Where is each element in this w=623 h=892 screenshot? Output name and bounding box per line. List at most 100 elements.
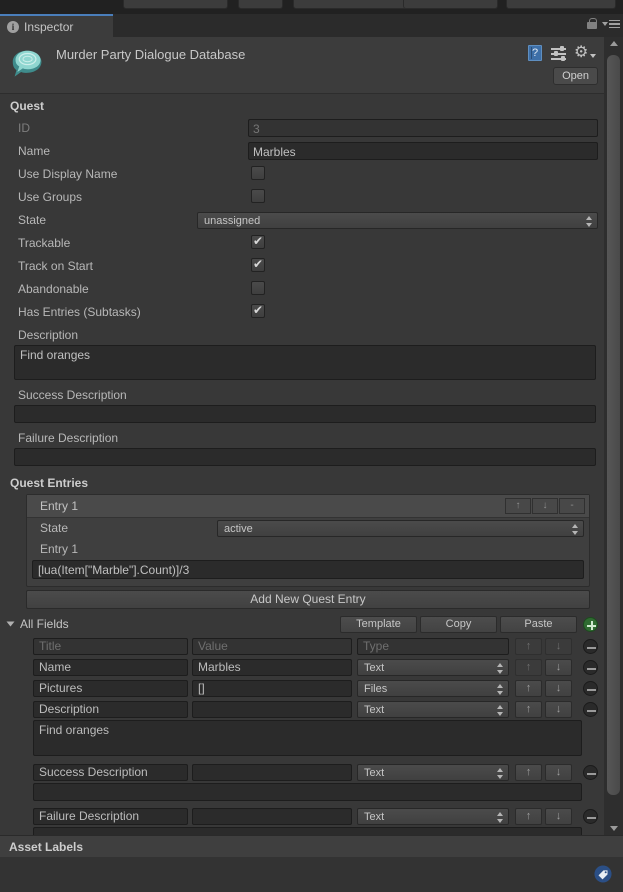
- tag-icon[interactable]: [594, 865, 612, 883]
- field-label-track-on-start: Track on Start: [18, 259, 93, 273]
- field-label-id: ID: [18, 121, 30, 135]
- field-value-input[interactable]: [192, 808, 352, 825]
- entry-state-dropdown[interactable]: active: [217, 520, 584, 537]
- toolbar-button-1[interactable]: [123, 0, 228, 9]
- field-textarea[interactable]: Find oranges: [33, 720, 582, 756]
- minus-circle-icon[interactable]: [583, 765, 598, 780]
- toolbar-button-5[interactable]: [506, 0, 616, 9]
- row-move-up-button[interactable]: ↑: [515, 764, 542, 781]
- abandonable-checkbox[interactable]: [251, 281, 265, 295]
- entry-controls: ↑ ↓ -: [505, 498, 585, 514]
- table-row: Description Text ↑ ↓: [0, 699, 604, 720]
- scroll-down-arrow-icon[interactable]: [604, 822, 623, 835]
- row-move-up-button[interactable]: ↑: [515, 659, 542, 676]
- hamburger-menu-icon[interactable]: [602, 19, 620, 29]
- row-move-down-button[interactable]: ↓: [545, 808, 572, 825]
- help-book-icon[interactable]: [528, 45, 542, 61]
- field-row-track-on-start: Track on Start: [0, 255, 604, 278]
- field-type-dropdown[interactable]: Text: [357, 808, 509, 825]
- failure-description-input[interactable]: [14, 448, 596, 466]
- entry-text-input[interactable]: [lua(Item["Marble"].Count)]/3: [32, 560, 584, 579]
- object-header: Murder Party Dialogue Database Open: [0, 37, 604, 94]
- column-header-value: Value: [192, 638, 352, 655]
- minus-circle-icon[interactable]: [583, 809, 598, 824]
- asset-labels-bar[interactable]: Asset Labels: [0, 835, 623, 857]
- toolbar-button-2[interactable]: [238, 0, 283, 9]
- preset-slider-icon[interactable]: [551, 46, 566, 61]
- name-input[interactable]: Marbles: [248, 142, 598, 160]
- template-button[interactable]: Template: [340, 616, 417, 633]
- vertical-scrollbar[interactable]: [604, 37, 623, 835]
- minus-circle-icon[interactable]: [583, 660, 598, 675]
- table-row: Name Marbles Text ↑ ↓: [0, 657, 604, 678]
- entry-move-down-button[interactable]: ↓: [532, 498, 558, 514]
- state-dropdown[interactable]: unassigned: [197, 212, 598, 229]
- open-button[interactable]: Open: [553, 67, 598, 85]
- scroll-up-arrow-icon[interactable]: [604, 37, 623, 50]
- table-row: Success Description Text ↑ ↓: [0, 762, 604, 783]
- scrollbar-thumb[interactable]: [607, 55, 620, 795]
- row-move-up-button[interactable]: ↑: [515, 680, 542, 697]
- quest-entries-box: Entry 1 ↑ ↓ - State active Entry 1 [lua(…: [26, 494, 590, 587]
- entry-state-value: active: [224, 523, 253, 535]
- entry-move-up-button[interactable]: ↑: [505, 498, 531, 514]
- field-value-input[interactable]: Marbles: [192, 659, 352, 676]
- entry-state-label: State: [40, 521, 69, 535]
- plus-circle-icon[interactable]: [583, 617, 598, 632]
- field-row-name: Name Marbles: [0, 140, 604, 163]
- object-title: Murder Party Dialogue Database: [56, 47, 246, 62]
- field-label-trackable: Trackable: [18, 236, 71, 250]
- minus-circle-icon[interactable]: [583, 702, 598, 717]
- minus-circle-icon[interactable]: [583, 681, 598, 696]
- field-value-input[interactable]: [192, 764, 352, 781]
- field-title-input[interactable]: Name: [33, 659, 188, 676]
- field-type-dropdown[interactable]: Files: [357, 680, 509, 697]
- tab-inspector[interactable]: i Inspector: [0, 14, 113, 37]
- field-type-value: Text: [364, 811, 385, 823]
- field-value-input[interactable]: [192, 701, 352, 718]
- add-new-quest-entry-button[interactable]: Add New Quest Entry: [26, 590, 590, 609]
- use-groups-checkbox[interactable]: [251, 189, 265, 203]
- field-type-dropdown[interactable]: Text: [357, 764, 509, 781]
- field-row-use-groups: Use Groups: [0, 186, 604, 209]
- asset-labels-area: [0, 857, 623, 892]
- failure-description-label: Failure Description: [18, 431, 119, 445]
- minus-circle-icon[interactable]: [583, 639, 598, 654]
- gear-icon[interactable]: [574, 42, 596, 62]
- row-move-down-button[interactable]: ↓: [545, 701, 572, 718]
- field-value-input[interactable]: []: [192, 680, 352, 697]
- row-move-down-button[interactable]: ↓: [545, 680, 572, 697]
- field-type-dropdown[interactable]: Text: [357, 701, 509, 718]
- entry-remove-button[interactable]: -: [559, 498, 585, 514]
- has-entries-checkbox[interactable]: [251, 303, 265, 318]
- row-move-down-button[interactable]: ↓: [545, 659, 572, 676]
- field-textarea[interactable]: [33, 783, 582, 801]
- foldout-triangle-icon[interactable]: [6, 621, 15, 627]
- toolbar-button-4[interactable]: [403, 0, 498, 9]
- field-type-dropdown[interactable]: Text: [357, 659, 509, 676]
- success-description-input[interactable]: [14, 405, 596, 423]
- field-title-input[interactable]: Success Description: [33, 764, 188, 781]
- toolbar-button-3[interactable]: [293, 0, 413, 9]
- field-title-input[interactable]: Pictures: [33, 680, 188, 697]
- row-move-down-button[interactable]: ↓: [545, 764, 572, 781]
- field-title-input[interactable]: Description: [33, 701, 188, 718]
- row-move-up-button[interactable]: ↑: [515, 808, 542, 825]
- paste-button[interactable]: Paste: [500, 616, 577, 633]
- row-move-up-button[interactable]: ↑: [515, 701, 542, 718]
- info-icon: i: [7, 20, 19, 33]
- field-row-has-entries: Has Entries (Subtasks): [0, 301, 604, 324]
- field-textarea[interactable]: [33, 827, 582, 835]
- quest-entries-section-title: Quest Entries: [10, 476, 89, 490]
- copy-button[interactable]: Copy: [420, 616, 497, 633]
- field-title-input[interactable]: Failure Description: [33, 808, 188, 825]
- track-on-start-checkbox[interactable]: [251, 257, 265, 272]
- description-textarea[interactable]: Find oranges: [14, 345, 596, 380]
- trackable-checkbox[interactable]: [251, 234, 265, 249]
- quest-content: Quest ID 3 Name Marbles Use Display Name…: [0, 94, 604, 835]
- entry-header-label: Entry 1: [40, 499, 79, 513]
- use-display-name-checkbox[interactable]: [251, 166, 265, 180]
- lock-icon[interactable]: [587, 18, 597, 30]
- failure-label-row: Failure Description: [0, 427, 604, 448]
- partial-toolbar-strip: [0, 0, 623, 14]
